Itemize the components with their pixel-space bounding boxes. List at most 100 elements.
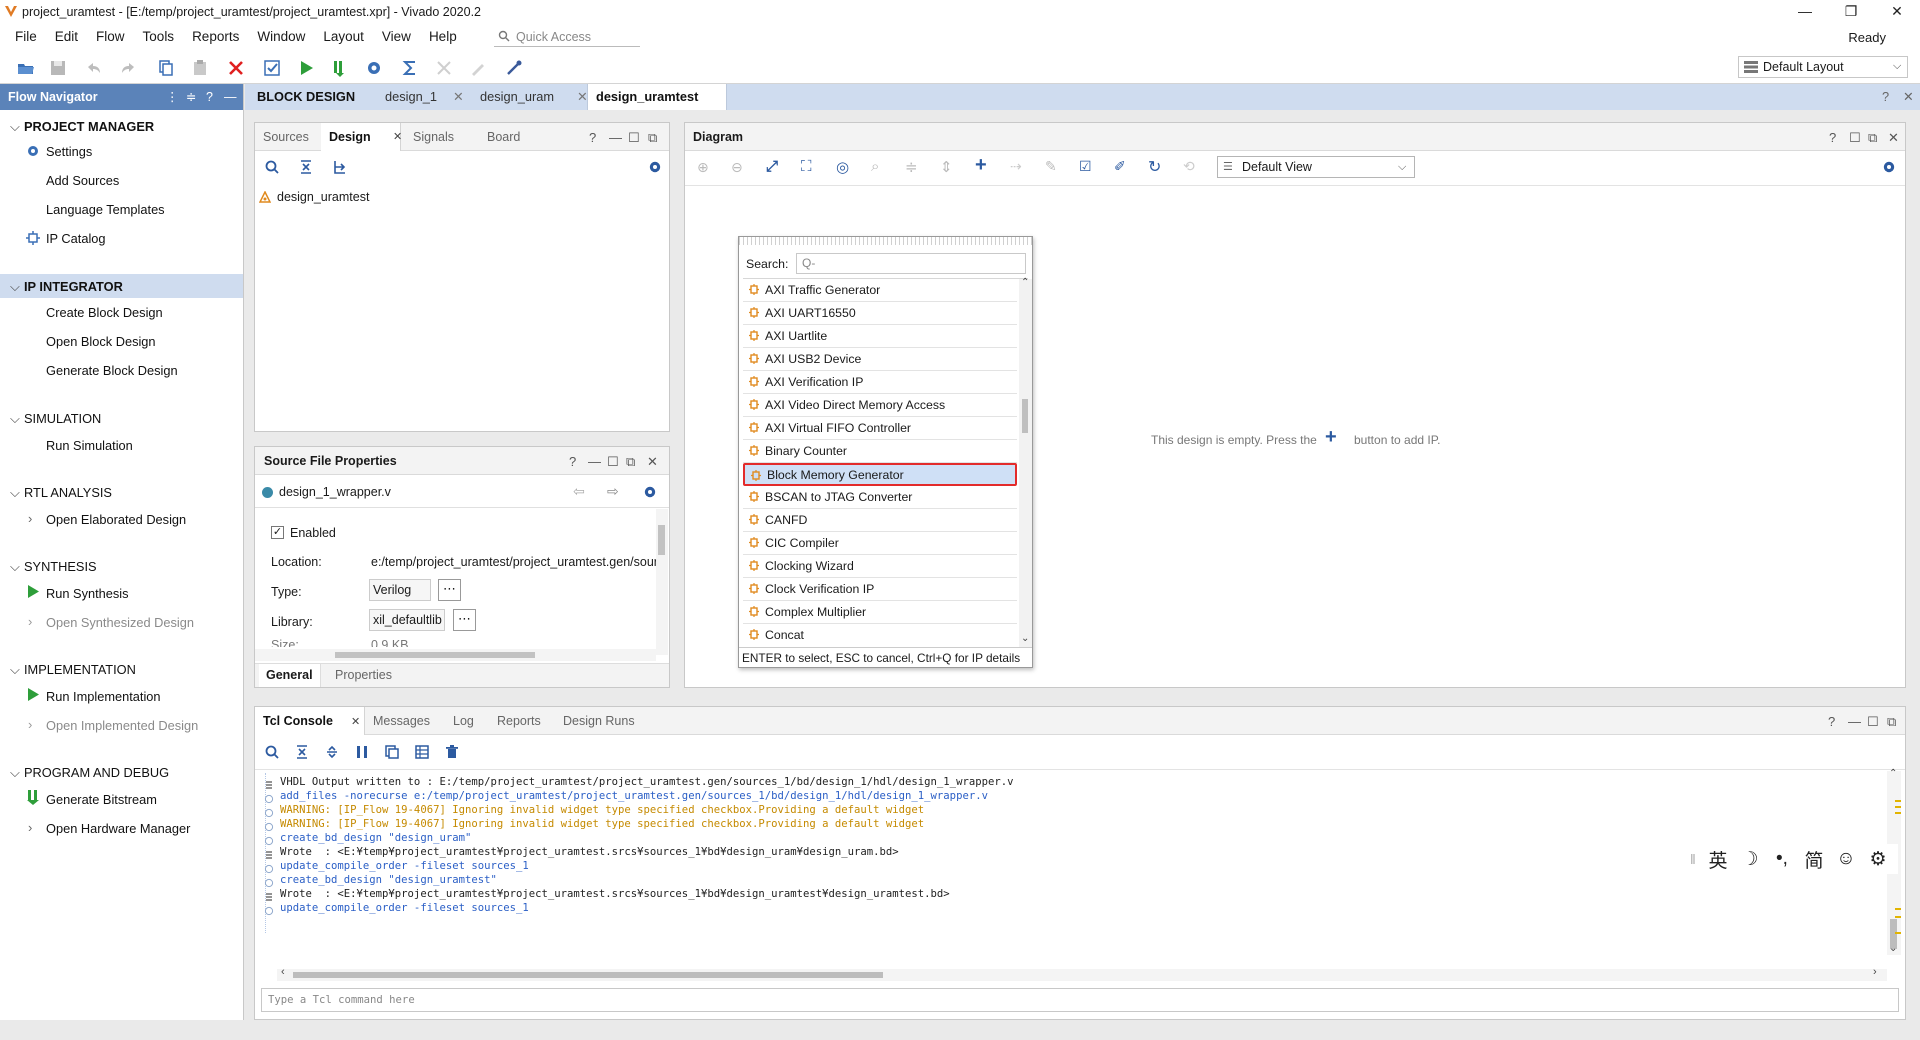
nav-add-sources[interactable]: Add Sources	[46, 173, 119, 188]
regenerate-icon[interactable]: ⟲	[1183, 158, 1195, 175]
section-rtl-analysis[interactable]: ⌵ RTL ANALYSIS	[10, 485, 112, 501]
ip-item[interactable]: Binary Counter	[743, 440, 1017, 463]
type-field[interactable]: Verilog	[369, 579, 431, 601]
nav-open-synthesized-design[interactable]: Open Synthesized Design	[46, 615, 194, 630]
chevron-right-icon[interactable]: ›	[28, 614, 32, 629]
chevron-up-icon[interactable]: ⌃	[1889, 768, 1897, 779]
menu-edit[interactable]: Edit	[46, 24, 87, 50]
collapse-marker-icon[interactable]	[264, 806, 274, 818]
tree-item-design-uramtest[interactable]: design_uramtest	[277, 190, 369, 204]
float-icon[interactable]: ⧉	[626, 454, 635, 470]
check-icon[interactable]	[262, 58, 282, 78]
ip-item[interactable]: Clocking Wizard	[743, 555, 1017, 578]
delete-icon[interactable]	[226, 58, 246, 78]
float-icon[interactable]: ⧉	[1868, 130, 1877, 146]
section-project-manager[interactable]: ⌵ PROJECT MANAGER	[10, 119, 154, 135]
collapse-marker-icon[interactable]	[264, 820, 274, 832]
menu-flow[interactable]: Flow	[87, 24, 134, 50]
help-icon[interactable]: ?	[1882, 84, 1889, 110]
ime-simplified-button[interactable]: 简	[1798, 846, 1830, 873]
chevron-up-icon[interactable]: ⌃	[1021, 277, 1029, 288]
restore-icon[interactable]: ☐	[607, 454, 619, 470]
ip-item[interactable]: BSCAN to JTAG Converter	[743, 486, 1017, 509]
tab-design-uramtest[interactable]: design_uramtest	[596, 84, 698, 110]
search-icon[interactable]	[265, 745, 279, 759]
tab-board[interactable]: Board	[479, 123, 528, 151]
ip-item[interactable]: Concat	[743, 624, 1017, 645]
close-icon[interactable]: ✕	[1888, 130, 1899, 146]
ip-item[interactable]: CANFD	[743, 509, 1017, 532]
nav-ip-catalog[interactable]: IP Catalog	[46, 231, 106, 246]
section-implementation[interactable]: ⌵ IMPLEMENTATION	[10, 662, 136, 678]
nav-open-implemented-design[interactable]: Open Implemented Design	[46, 718, 198, 733]
layout-select[interactable]: Default Layout	[1738, 56, 1908, 78]
tab-sources[interactable]: Sources	[255, 123, 317, 151]
type-browse-button[interactable]: ⋯	[438, 579, 461, 601]
bitstream-icon[interactable]	[330, 58, 350, 78]
ip-item[interactable]: Clock Verification IP	[743, 578, 1017, 601]
drag-handle[interactable]	[739, 237, 1032, 245]
copy-icon[interactable]	[156, 58, 176, 78]
pause-icon[interactable]	[355, 745, 369, 759]
section-program-and-debug[interactable]: ⌵ PROGRAM AND DEBUG	[10, 765, 169, 781]
open-folder-icon[interactable]	[16, 58, 36, 78]
zoom-out-icon[interactable]: ⊖	[731, 159, 743, 176]
minimize-icon[interactable]: —	[224, 84, 237, 110]
nav-create-block-design[interactable]: Create Block Design	[46, 305, 163, 320]
nav-open-hardware-manager[interactable]: Open Hardware Manager	[46, 821, 190, 836]
copy-icon[interactable]	[385, 745, 399, 759]
close-icon[interactable]: ✕	[453, 84, 464, 110]
vertical-scrollbar[interactable]	[656, 509, 668, 655]
menu-view[interactable]: View	[373, 24, 420, 50]
tab-design-uram[interactable]: design_uram	[480, 84, 554, 110]
view-select[interactable]: Default View ☰ ⌵	[1217, 156, 1415, 178]
nav-generate-block-design[interactable]: Generate Block Design	[46, 363, 178, 378]
tab-messages[interactable]: Messages	[365, 707, 438, 735]
gear-icon[interactable]	[643, 485, 657, 499]
library-field[interactable]: xil_defaultlib	[369, 609, 445, 631]
ime-emoji-icon[interactable]: ☺	[1830, 848, 1862, 870]
ip-item[interactable]: AXI Virtual FIFO Controller	[743, 417, 1017, 440]
ip-item[interactable]: CIC Compiler	[743, 532, 1017, 555]
nav-open-elaborated-design[interactable]: Open Elaborated Design	[46, 512, 186, 527]
chevron-down-icon[interactable]: ⌄	[1889, 943, 1897, 954]
close-icon[interactable]: ✕	[393, 130, 402, 143]
help-icon[interactable]: ?	[589, 130, 596, 145]
hierarchy-icon[interactable]	[333, 160, 347, 174]
line-marker-icon[interactable]	[264, 848, 274, 859]
ip-item-selected[interactable]: Block Memory Generator	[743, 463, 1017, 486]
connect-icon[interactable]: ⇢	[1010, 158, 1022, 175]
back-icon[interactable]: ⇦	[573, 483, 585, 500]
sigma-icon[interactable]	[400, 58, 420, 78]
minimize-icon[interactable]: —	[609, 130, 622, 145]
settings-icon[interactable]	[364, 58, 384, 78]
nav-run-implementation[interactable]: Run Implementation	[46, 689, 161, 704]
restore-icon[interactable]: ☐	[1867, 714, 1879, 730]
ip-item[interactable]: AXI Traffic Generator	[743, 279, 1017, 302]
chevron-right-icon[interactable]: ›	[28, 820, 32, 835]
redo-icon[interactable]	[118, 58, 138, 78]
help-icon[interactable]: ?	[1828, 714, 1835, 729]
run-icon[interactable]	[296, 58, 316, 78]
chevron-right-icon[interactable]: ›	[1873, 966, 1877, 978]
enabled-checkbox[interactable]: ✓	[271, 526, 284, 539]
nav-menu-icon[interactable]: ⋮	[166, 84, 179, 110]
collapse-marker-icon[interactable]	[264, 862, 274, 874]
horizontal-scrollbar[interactable]	[255, 649, 656, 661]
menu-file[interactable]: File	[6, 24, 46, 50]
forward-icon[interactable]: ⇨	[607, 483, 619, 500]
tab-log[interactable]: Log	[445, 707, 482, 735]
minimize-button[interactable]: —	[1782, 0, 1828, 24]
chevron-right-icon[interactable]: ›	[28, 511, 32, 526]
tab-reports[interactable]: Reports	[489, 707, 549, 735]
ime-punctuation-icon[interactable]: •,	[1766, 848, 1798, 870]
restore-button[interactable]: ❐	[1828, 0, 1874, 24]
nav-language-templates[interactable]: Language Templates	[46, 202, 165, 217]
zoom-fit-icon[interactable]: ⤢	[766, 158, 778, 175]
collapse-all-icon[interactable]	[299, 160, 313, 174]
zoom-in-icon[interactable]: ⊕	[697, 159, 709, 176]
search-icon[interactable]	[265, 160, 279, 174]
disabled-tool-icon[interactable]	[434, 58, 454, 78]
ip-item[interactable]: AXI Video Direct Memory Access	[743, 394, 1017, 417]
restore-icon[interactable]: ☐	[628, 130, 640, 146]
